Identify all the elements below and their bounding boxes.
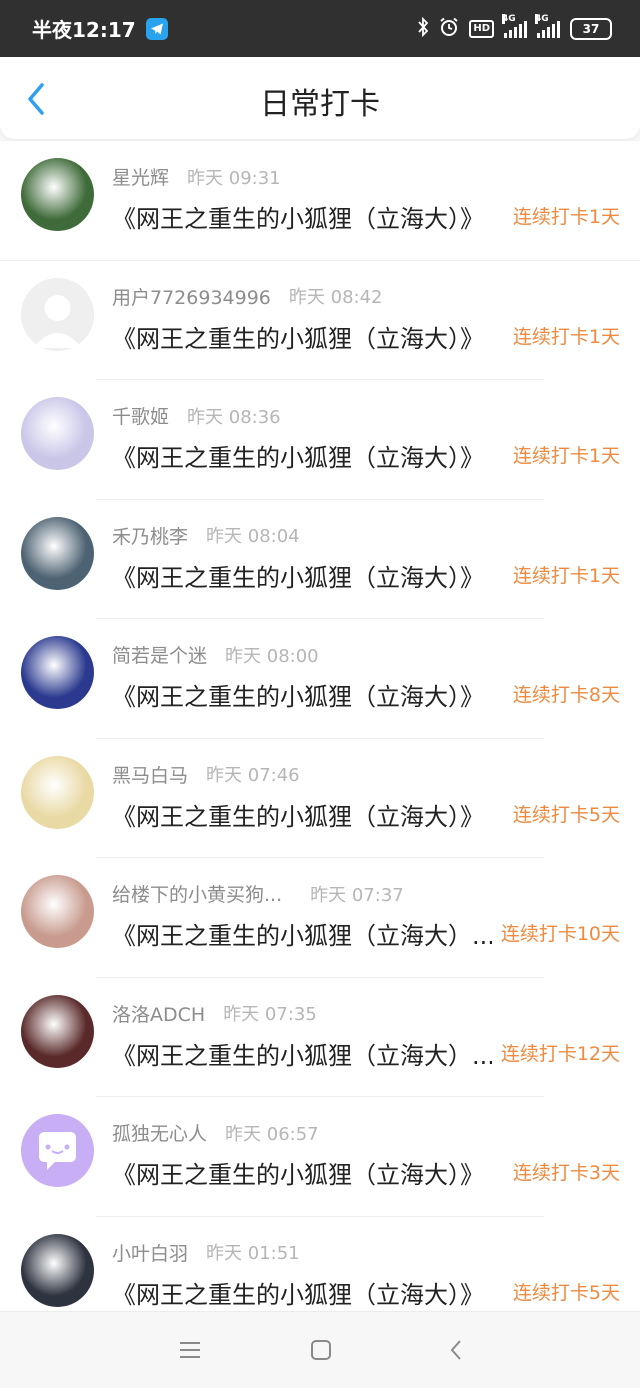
- user-name[interactable]: 洛洛ADCH: [112, 1000, 205, 1027]
- chat-bubble-avatar-icon: [39, 1132, 76, 1170]
- user-meta: 孤独无心人 昨天 06:57: [112, 1119, 319, 1146]
- system-back-button[interactable]: [436, 1332, 476, 1368]
- telegram-app-icon: [145, 17, 168, 40]
- user-name[interactable]: 禾乃桃李: [112, 522, 188, 549]
- streak-label: 连续打卡5天: [512, 803, 620, 826]
- network-type-1: 4G: [502, 13, 516, 24]
- book-title[interactable]: 《网王之重生的小狐狸（立海大）》: [112, 677, 492, 712]
- checkin-row[interactable]: 星光辉 昨天 09:31 《网王之重生的小狐狸（立海大）》 连续打卡1天: [0, 141, 640, 261]
- user-name[interactable]: 千歌姬: [112, 402, 169, 429]
- user-name[interactable]: 小叶白羽: [112, 1239, 188, 1266]
- book-title[interactable]: 《网王之重生的小狐狸（立海大）》: [112, 558, 492, 593]
- streak-label: 连续打卡1天: [512, 564, 620, 587]
- user-avatar[interactable]: [21, 994, 94, 1068]
- user-avatar[interactable]: [21, 755, 94, 829]
- checkin-list: 星光辉 昨天 09:31 《网王之重生的小狐狸（立海大）》 连续打卡1天 用户77269…: [0, 141, 640, 1311]
- checkin-time: 昨天 07:35: [223, 1004, 317, 1025]
- checkin-row[interactable]: 孤独无心人 昨天 06:57 《网王之重生的小狐狸（立海大）》 连续打卡3天: [0, 1097, 640, 1217]
- checkin-row[interactable]: 禾乃桃李 昨天 08:04 《网王之重生的小狐狸（立海大）》 连续打卡1天: [0, 500, 640, 619]
- user-avatar[interactable]: [21, 875, 94, 948]
- status-bar: 半夜12:17 HD 4G 4G 37: [0, 0, 640, 57]
- system-nav-bar: [0, 1311, 640, 1388]
- checkin-time: 昨天 08:36: [187, 406, 281, 428]
- user-meta: 简若是个迷 昨天 08:00: [112, 641, 319, 668]
- checkin-row[interactable]: 小叶白羽 昨天 01:51 《网王之重生的小狐狸（立海大）》 连续打卡5天: [0, 1217, 640, 1312]
- user-meta: 用户7726934996 昨天 08:42: [112, 283, 383, 310]
- streak-label: 连续打卡3天: [512, 1162, 620, 1184]
- user-avatar[interactable]: [21, 158, 94, 231]
- user-name[interactable]: 用户7726934996: [112, 283, 271, 310]
- book-title[interactable]: 《网王之重生的小狐狸（立海大）》: [112, 319, 492, 354]
- default-avatar-icon: [21, 277, 94, 351]
- user-avatar[interactable]: [21, 277, 94, 351]
- checkin-time: 昨天 09:31: [187, 167, 281, 189]
- user-meta: 给楼下的小黄买狗... 昨天 07:37: [112, 880, 404, 907]
- book-title[interactable]: 《网王之重生的小狐狸（立海大）》: [112, 797, 492, 832]
- streak-label: 连续打卡10天: [500, 923, 620, 945]
- menu-icon: [180, 1342, 200, 1358]
- signal-icon-1: 4G: [502, 13, 527, 38]
- checkin-row[interactable]: 千歌姬 昨天 08:36 《网王之重生的小狐狸（立海大）》 连续打卡1天: [0, 380, 640, 500]
- back-triangle-icon: [450, 1340, 461, 1360]
- user-name[interactable]: 给楼下的小黄买狗...: [112, 880, 282, 907]
- streak-label: 连续打卡1天: [512, 325, 620, 348]
- checkin-row[interactable]: 黑马白马 昨天 07:46 《网王之重生的小狐狸（立海大）》 连续打卡5天: [0, 739, 640, 858]
- checkin-row[interactable]: 给楼下的小黄买狗... 昨天 07:37 《网王之重生的小狐狸（立海大）... 连续打…: [0, 858, 640, 978]
- checkin-time: 昨天 08:42: [288, 287, 383, 308]
- user-avatar[interactable]: [21, 636, 94, 709]
- checkin-row[interactable]: 洛洛ADCH 昨天 07:35 《网王之重生的小狐狸（立海大）... 连续打卡12天: [0, 978, 640, 1097]
- checkin-time: 昨天 08:04: [206, 526, 300, 547]
- book-title[interactable]: 《网王之重生的小狐狸（立海大）...: [112, 1036, 492, 1071]
- battery-icon: 37: [570, 17, 612, 40]
- user-meta: 黑马白马 昨天 07:46: [112, 761, 300, 788]
- alarm-icon: [439, 17, 459, 41]
- user-name[interactable]: 黑马白马: [112, 761, 188, 788]
- page-header: 日常打卡: [0, 57, 640, 139]
- checkin-time: 昨天 07:46: [206, 765, 300, 786]
- user-name[interactable]: 简若是个迷: [112, 641, 207, 668]
- user-meta: 小叶白羽 昨天 01:51: [112, 1239, 300, 1266]
- checkin-time: 昨天 07:37: [310, 884, 404, 906]
- user-meta: 星光辉 昨天 09:31: [112, 163, 281, 190]
- user-avatar[interactable]: [21, 1233, 94, 1307]
- user-avatar[interactable]: [21, 516, 94, 590]
- user-name[interactable]: 星光辉: [112, 163, 169, 190]
- checkin-row[interactable]: 简若是个迷 昨天 08:00 《网王之重生的小狐狸（立海大）》 连续打卡8天: [0, 619, 640, 739]
- streak-label: 连续打卡5天: [512, 1281, 620, 1304]
- network-type-2: 4G: [535, 13, 549, 24]
- hd-voice-icon: HD: [469, 19, 494, 38]
- status-time: 半夜12:17: [32, 18, 136, 42]
- book-title[interactable]: 《网王之重生的小狐狸（立海大）》: [112, 199, 492, 234]
- checkin-time: 昨天 01:51: [206, 1243, 300, 1264]
- user-avatar[interactable]: [21, 397, 94, 470]
- streak-label: 连续打卡8天: [512, 684, 620, 706]
- user-name[interactable]: 孤独无心人: [112, 1119, 207, 1146]
- streak-label: 连续打卡1天: [512, 445, 620, 467]
- checkin-row[interactable]: 用户7726934996 昨天 08:42 《网王之重生的小狐狸（立海大）》 连续打卡…: [0, 261, 640, 380]
- user-meta: 禾乃桃李 昨天 08:04: [112, 522, 300, 549]
- page-title: 日常打卡: [260, 87, 380, 122]
- user-avatar[interactable]: [21, 1114, 94, 1187]
- home-button[interactable]: [301, 1332, 341, 1368]
- book-title[interactable]: 《网王之重生的小狐狸（立海大）...: [112, 916, 492, 951]
- menu-button[interactable]: [170, 1332, 210, 1368]
- book-title[interactable]: 《网王之重生的小狐狸（立海大）》: [112, 1275, 492, 1310]
- bluetooth-icon: [417, 16, 429, 41]
- user-meta: 洛洛ADCH 昨天 07:35: [112, 1000, 317, 1027]
- checkin-time: 昨天 06:57: [225, 1123, 319, 1145]
- book-title[interactable]: 《网王之重生的小狐狸（立海大）》: [112, 438, 492, 473]
- user-meta: 千歌姬 昨天 08:36: [112, 402, 281, 429]
- streak-label: 连续打卡12天: [500, 1042, 620, 1065]
- signal-icon-2: 4G: [535, 13, 560, 38]
- book-title[interactable]: 《网王之重生的小狐狸（立海大）》: [112, 1155, 492, 1190]
- checkin-time: 昨天 08:00: [225, 645, 319, 667]
- home-square-icon: [311, 1340, 331, 1360]
- streak-label: 连续打卡1天: [512, 206, 620, 228]
